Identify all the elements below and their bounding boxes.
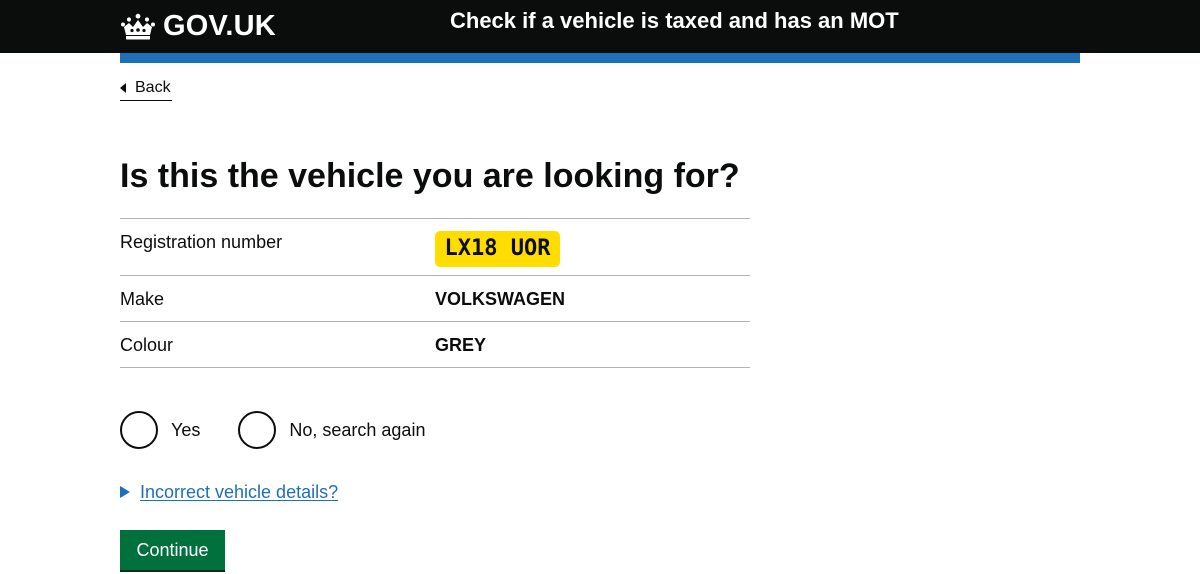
summary-row-registration: Registration number LX18 UOR [120,219,750,276]
radio-yes-input[interactable] [120,411,158,449]
radio-no-label[interactable]: No, search again [289,418,425,442]
triangle-right-icon [120,486,130,498]
continue-button[interactable]: Continue [120,530,225,570]
colour-label: Colour [120,335,174,355]
incorrect-details-link[interactable]: Incorrect vehicle details? [140,480,338,504]
govuk-logo-link[interactable]: GOV.UK [120,11,276,41]
service-name-link[interactable]: Check if a vehicle is taxed and has an M… [450,8,899,34]
radio-yes-label[interactable]: Yes [171,418,200,442]
make-value: VOLKSWAGEN [435,289,566,309]
radio-no-input[interactable] [238,411,277,449]
logo-text: GOV.UK [163,10,276,42]
incorrect-details-summary[interactable]: Incorrect vehicle details? [120,480,338,504]
back-link[interactable]: Back [120,76,172,101]
vehicle-confirm-radios: Yes No, search again [120,411,465,449]
registration-label: Registration number [120,232,283,252]
registration-plate: LX18 UOR [435,231,560,267]
colour-value: GREY [435,335,487,355]
crown-icon [121,13,155,39]
page-title: Is this the vehicle you are looking for? [120,157,740,195]
back-link-label: Back [135,79,171,96]
summary-row-make: Make VOLKSWAGEN [120,276,750,322]
make-label: Make [120,289,165,309]
chevron-left-icon [120,83,126,93]
header-accent-bar [120,53,1080,63]
site-header: GOV.UK Check if a vehicle is taxed and h… [0,0,1200,53]
radio-no-search-again[interactable]: No, search again [238,411,425,449]
radio-yes[interactable]: Yes [120,411,200,449]
vehicle-summary-list: Registration number LX18 UOR Make VOLKSW… [120,218,750,368]
summary-row-colour: Colour GREY [120,322,750,368]
